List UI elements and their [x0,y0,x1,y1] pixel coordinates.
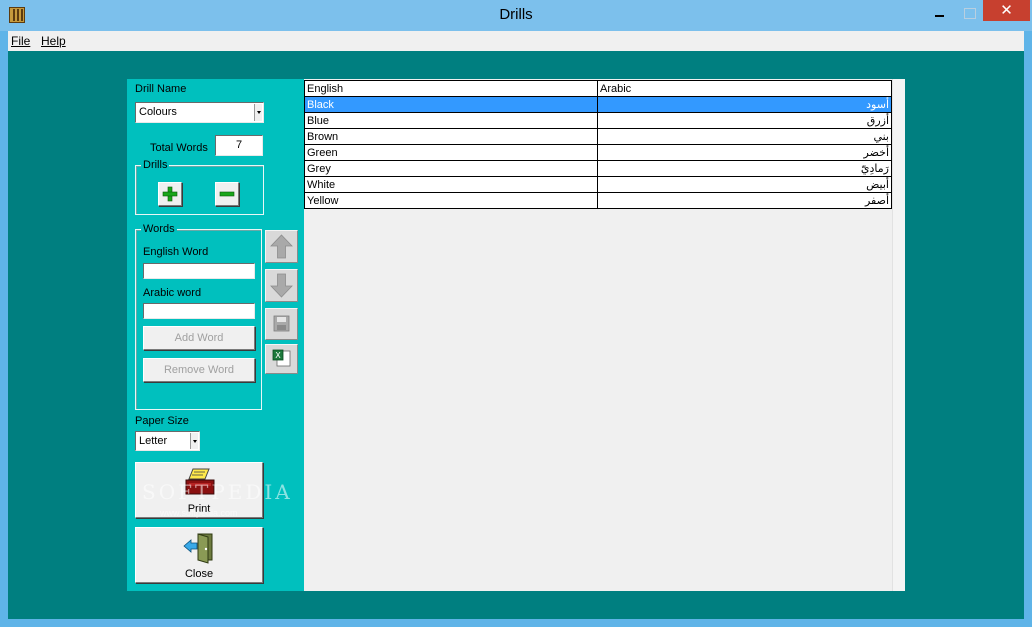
english-word-input[interactable] [143,263,255,279]
arabic-word-label: Arabic word [143,287,202,299]
menu-help[interactable]: Help [41,34,66,48]
minus-icon [219,191,235,197]
svg-text:X: X [275,351,281,360]
watermark: SOFTPEDIA [142,480,293,504]
paper-size-value: Letter [139,435,168,447]
english-cell[interactable]: Brown [304,128,598,145]
drills-group: Drills [135,159,264,215]
grid-scroll-strip [892,79,905,591]
export-excel-button[interactable]: X [265,344,298,374]
column-header-arabic[interactable]: Arabic [597,80,892,97]
minimize-button[interactable] [925,4,953,24]
words-grid[interactable]: English Arabic Black أسود Blue أزرق Brow… [304,80,892,209]
add-word-label: Add Word [174,332,224,344]
paper-size-combo[interactable]: Letter [135,431,200,451]
maximize-button[interactable] [955,4,983,24]
english-cell[interactable]: Blue [304,112,598,129]
window-title: Drills [499,6,533,23]
english-word-label: English Word [143,246,209,258]
drills-group-title: Drills [141,159,170,171]
exit-door-icon [183,533,213,564]
add-drill-button[interactable] [158,182,182,206]
drill-name-combo[interactable]: Colours [135,102,264,123]
words-group: Words English Word Arabic word Add Word … [135,223,262,410]
arabic-cell[interactable]: بني [597,128,892,145]
save-button[interactable] [265,308,298,340]
arabic-cell[interactable]: أصفر [597,192,892,209]
table-row[interactable]: White أبيض [304,176,892,193]
arabic-cell[interactable]: أسود [597,96,892,113]
watermark-url: www.softpedia.com [160,508,238,518]
drill-name-label: Drill Name [135,83,187,95]
table-row[interactable]: Yellow أصفر [304,192,892,209]
close-label: Close [184,568,214,580]
remove-word-button[interactable]: Remove Word [143,358,255,382]
close-button[interactable]: Close [135,527,263,583]
move-up-button[interactable] [265,230,298,263]
table-row[interactable]: Brown بني [304,128,892,145]
english-cell[interactable]: Green [304,144,598,161]
total-words-value: 7 [235,139,243,151]
column-header-english[interactable]: English [304,80,598,97]
arrow-up-icon [270,234,293,259]
chevron-down-icon[interactable] [254,104,262,121]
add-word-button[interactable]: Add Word [143,326,255,350]
chevron-down-icon[interactable] [190,433,198,449]
arabic-cell[interactable]: أبيض [597,176,892,193]
plus-icon [162,186,178,202]
total-words-field[interactable]: 7 [215,135,263,156]
menu-bar: File Help [8,31,1024,51]
arabic-cell[interactable]: أخضر [597,144,892,161]
drill-name-value: Colours [139,106,177,118]
words-group-title: Words [141,223,177,235]
menu-file[interactable]: File [11,34,30,48]
title-bar[interactable]: Drills ✕ [0,0,1032,31]
remove-drill-button[interactable] [215,182,239,206]
arabic-word-input[interactable] [143,303,255,319]
total-words-label: Total Words [150,142,208,154]
arabic-cell[interactable]: رَمادِيّ [597,160,892,177]
english-cell[interactable]: Grey [304,160,598,177]
english-cell[interactable]: White [304,176,598,193]
arabic-cell[interactable]: أزرق [597,112,892,129]
close-window-button[interactable]: ✕ [983,0,1030,21]
table-row[interactable]: Blue أزرق [304,112,892,129]
paper-size-label: Paper Size [135,415,189,427]
english-cell[interactable]: Black [304,96,598,113]
excel-icon: X [272,349,291,367]
english-cell[interactable]: Yellow [304,192,598,209]
move-down-button[interactable] [265,269,298,302]
save-icon [273,315,290,332]
arrow-down-icon [270,273,293,298]
table-row[interactable]: Green أخضر [304,144,892,161]
grid-header-row: English Arabic [304,80,892,97]
table-row[interactable]: Black أسود [304,96,892,113]
remove-word-label: Remove Word [163,364,235,376]
table-row[interactable]: Grey رَمادِيّ [304,160,892,177]
